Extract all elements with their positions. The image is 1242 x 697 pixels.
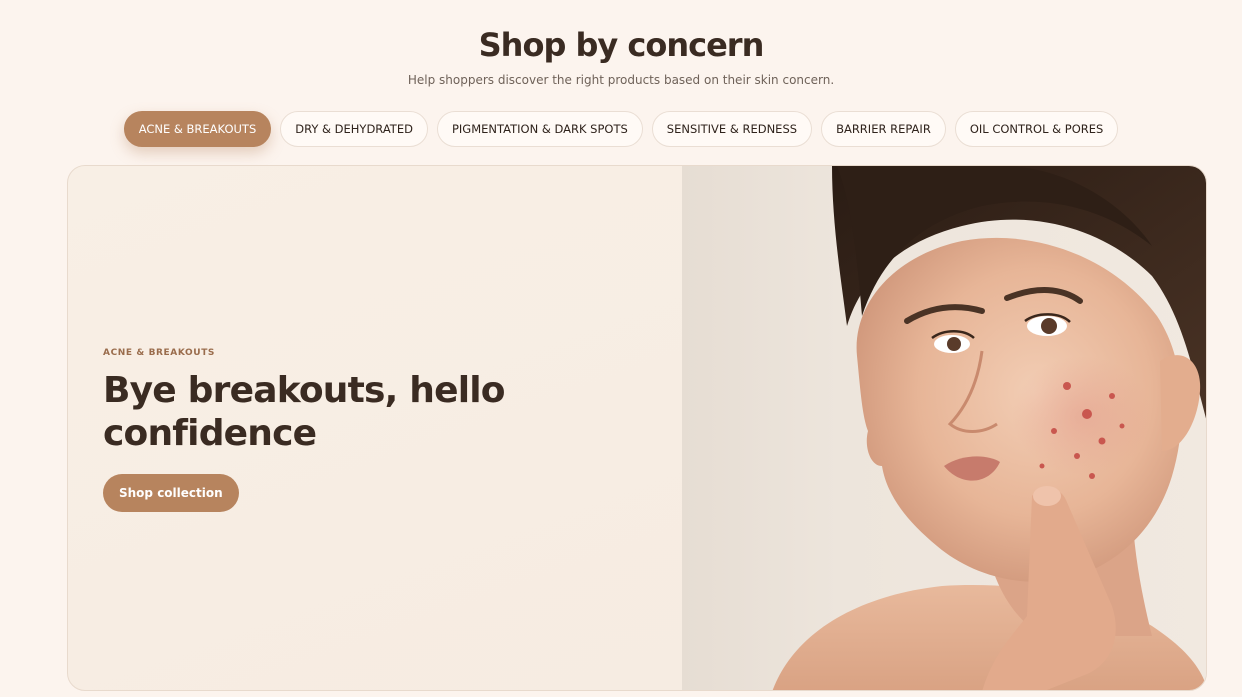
feature-eyebrow: ACNE & BREAKOUTS [103,348,216,358]
tab-sensitive-redness[interactable]: SENSITIVE & REDNESS [651,111,813,147]
feature-image [682,166,1206,690]
tab-oil-control-pores[interactable]: OIL CONTROL & PORES [954,111,1119,147]
shop-by-concern-section: Shop by concern Help shoppers discover t… [0,0,1242,697]
section-subtitle: Help shoppers discover the right product… [407,73,835,87]
feature-headline: Bye breakouts, hello confidence [103,370,506,454]
tab-barrier-repair[interactable]: BARRIER REPAIR [821,111,946,147]
woman-portrait-illustration [772,166,1206,690]
section-title: Shop by concern [478,26,765,64]
concern-tabs: ACNE & BREAKOUTS DRY & DEHYDRATED PIGMEN… [0,111,1242,147]
tab-acne-breakouts[interactable]: ACNE & BREAKOUTS [123,111,272,147]
concern-feature-card: ACNE & BREAKOUTS Bye breakouts, hello co… [67,165,1207,691]
tab-pigmentation-dark-spots[interactable]: PIGMENTATION & DARK SPOTS [436,111,643,147]
feature-text-panel: ACNE & BREAKOUTS Bye breakouts, hello co… [68,166,682,690]
tab-dry-dehydrated[interactable]: DRY & DEHYDRATED [280,111,428,147]
shop-collection-button[interactable]: Shop collection [103,474,239,512]
